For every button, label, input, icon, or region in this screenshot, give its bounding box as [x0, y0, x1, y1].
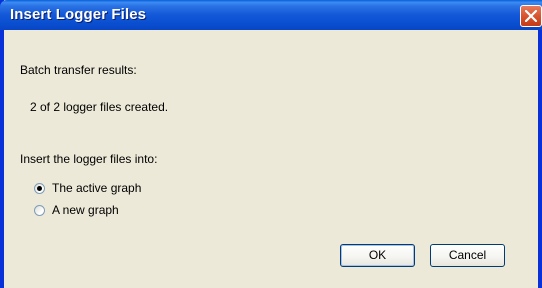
radio-option-new-graph[interactable]: A new graph [34, 202, 119, 218]
window-title: Insert Logger Files [10, 6, 147, 23]
ok-button[interactable]: OK [340, 244, 415, 267]
results-value: 2 of 2 logger files created. [30, 100, 169, 114]
cancel-button[interactable]: Cancel [430, 244, 505, 267]
radio-label-active-graph: The active graph [52, 181, 142, 195]
radio-label-new-graph: A new graph [52, 203, 119, 217]
dialog-window: Insert Logger Files Batch transfer resul… [0, 0, 542, 288]
dialog-content: Batch transfer results: 2 of 2 logger fi… [4, 30, 538, 288]
insert-label: Insert the logger files into: [20, 152, 158, 166]
radio-button-new-graph[interactable] [34, 204, 45, 216]
radio-option-active-graph[interactable]: The active graph [34, 180, 141, 196]
radio-button-active-graph[interactable] [34, 182, 45, 194]
close-button[interactable] [520, 5, 542, 27]
title-bar[interactable]: Insert Logger Files [0, 0, 542, 30]
results-label: Batch transfer results: [20, 63, 137, 77]
close-icon [525, 10, 537, 22]
